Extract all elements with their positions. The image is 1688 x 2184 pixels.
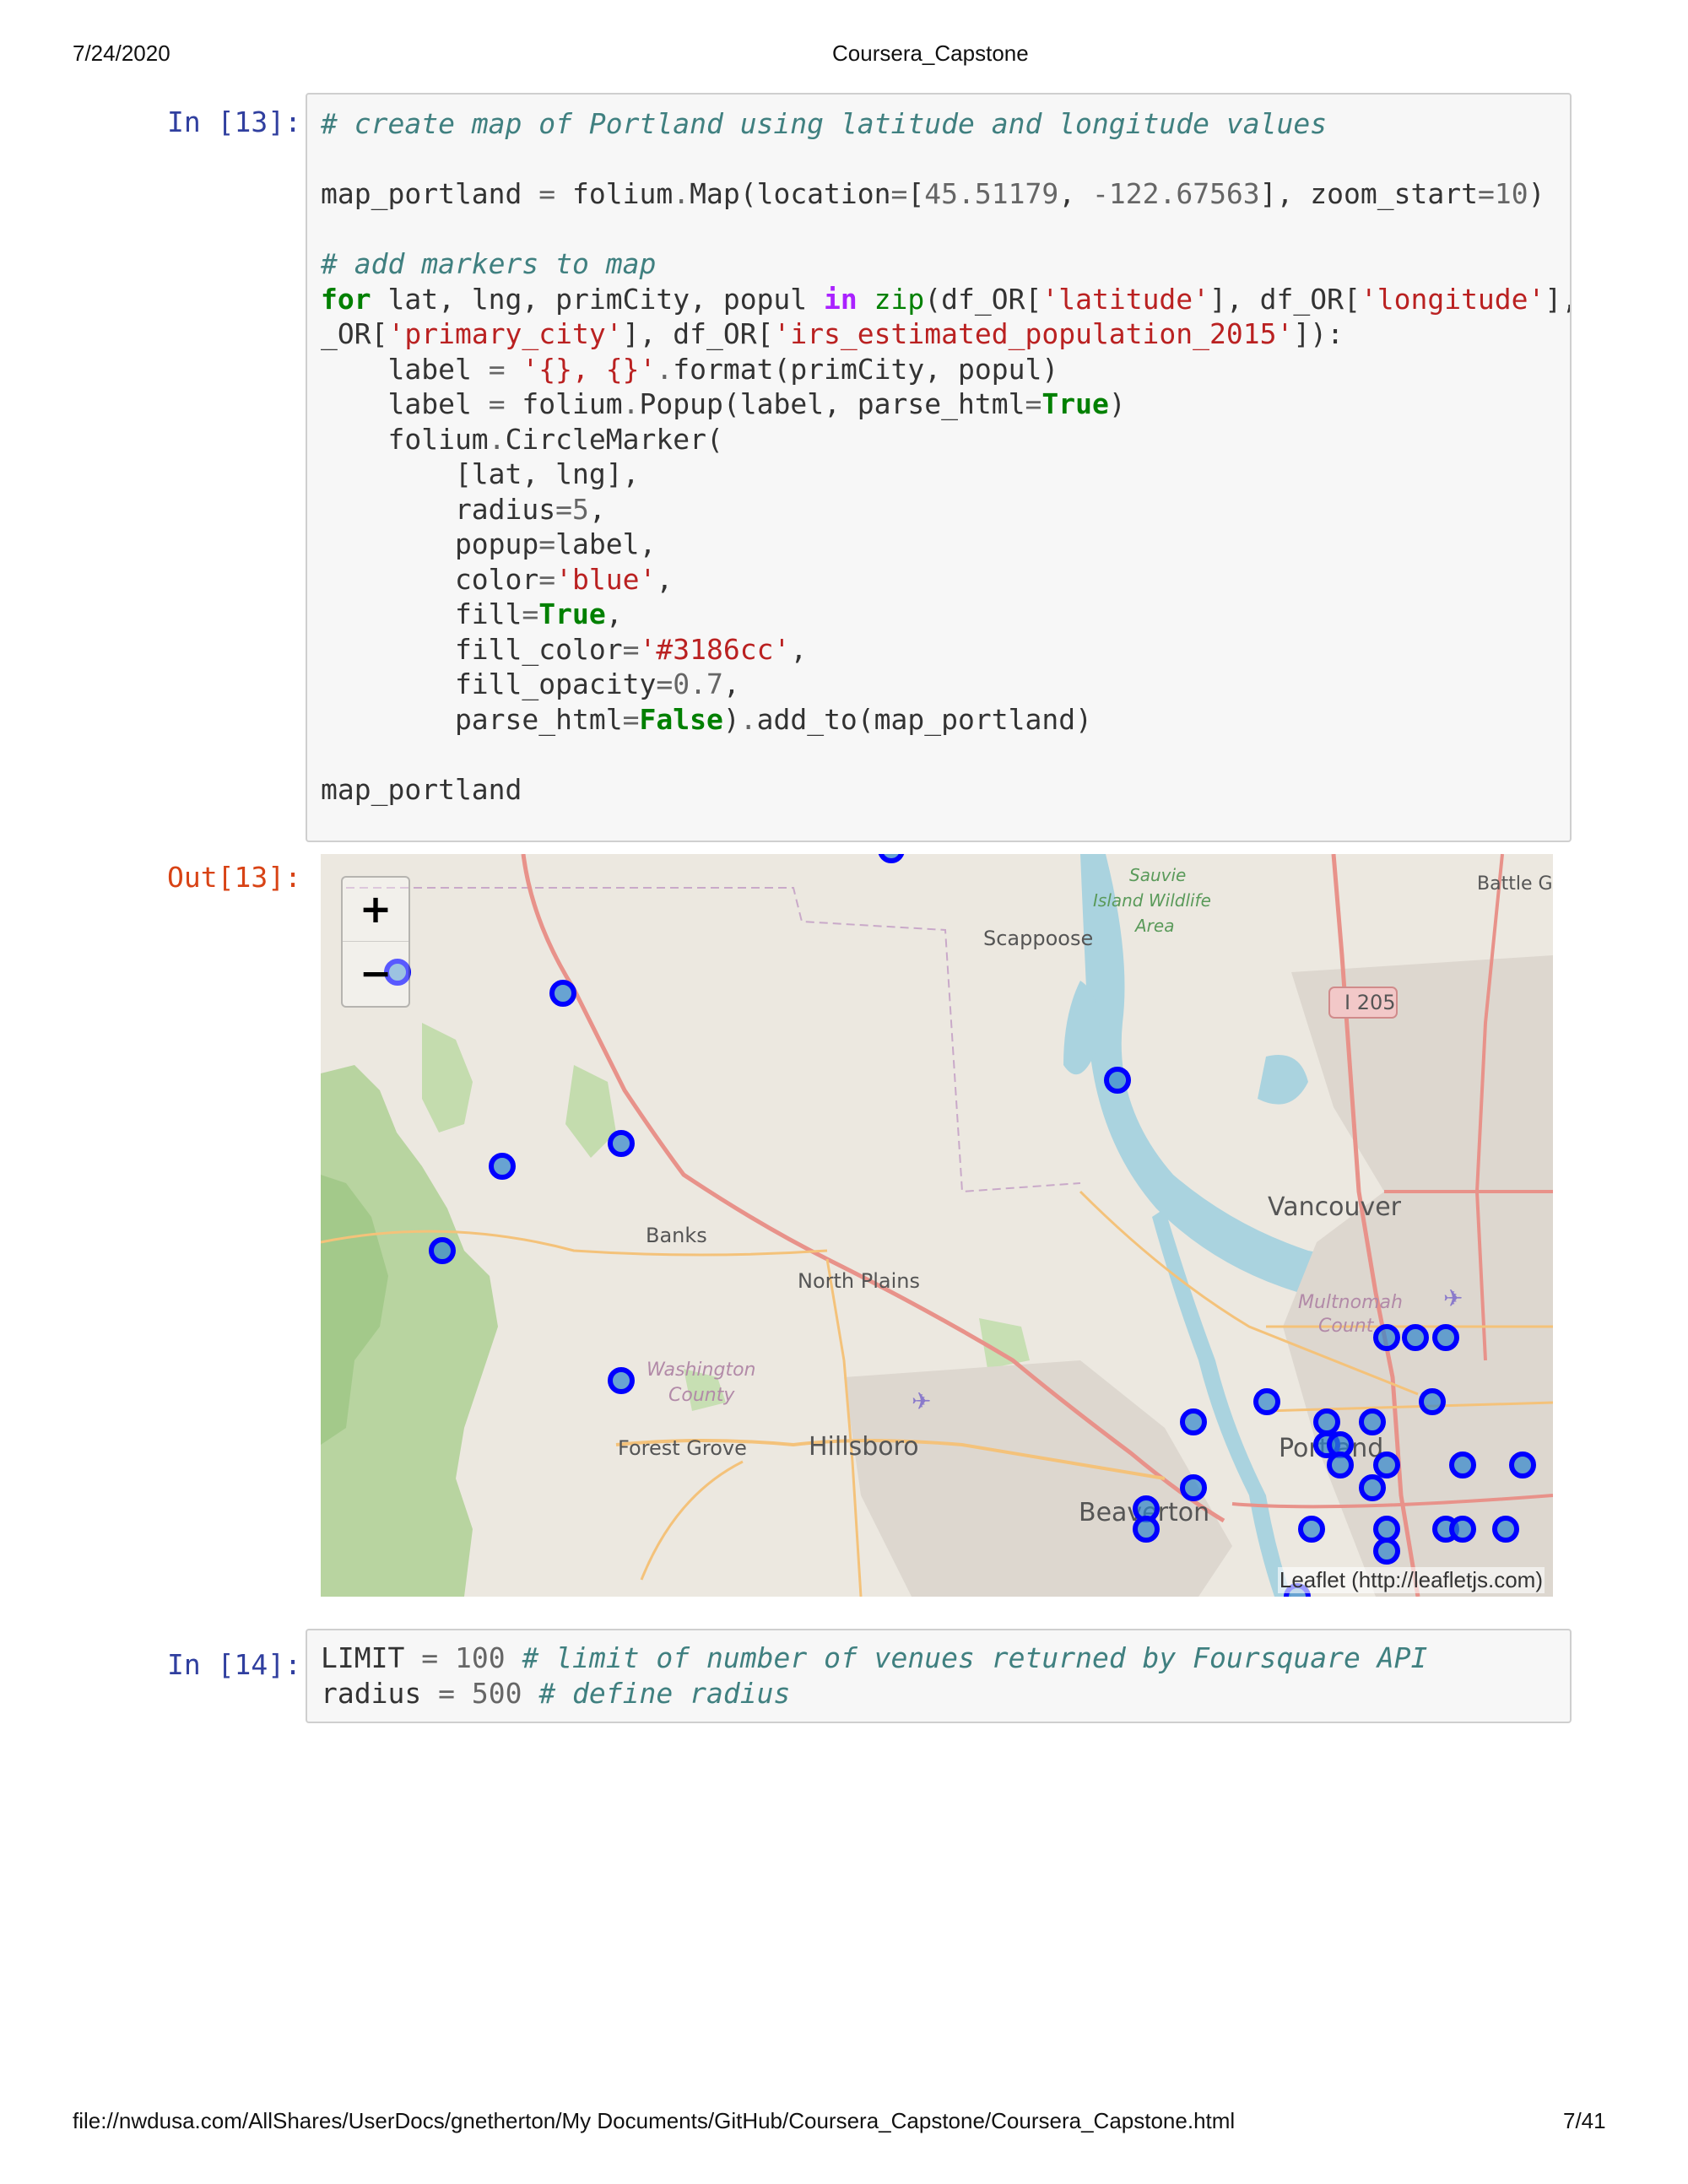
code-editor-14[interactable]: LIMIT = 100 # limit of number of venues … xyxy=(321,1641,1427,1711)
circle-marker[interactable] xyxy=(1492,1516,1519,1543)
code-editor-13[interactable]: # create map of Portland using latitude … xyxy=(321,106,1570,807)
circle-marker[interactable] xyxy=(1509,1451,1536,1479)
circle-marker[interactable] xyxy=(608,1130,635,1157)
circle-marker[interactable] xyxy=(489,1153,516,1180)
map-label-i205: I 205 xyxy=(1344,991,1396,1014)
map-label-vancouver: Vancouver xyxy=(1268,1192,1402,1222)
code-line: label = '{}, {}'.format(primCity, popul) xyxy=(321,352,1059,386)
map-label-sauvie: Sauvie xyxy=(1129,865,1186,885)
circle-marker[interactable] xyxy=(1373,1538,1400,1565)
print-footer-path: file://nwdusa.com/AllShares/UserDocs/gne… xyxy=(73,2108,1236,2133)
print-page-number: 7/41 xyxy=(1563,2108,1606,2133)
circle-marker[interactable] xyxy=(1373,1516,1400,1543)
code-line: [lat, lng], xyxy=(321,457,640,490)
circle-marker[interactable] xyxy=(1180,1474,1207,1501)
circle-marker[interactable] xyxy=(878,854,905,863)
print-title: Coursera_Capstone xyxy=(832,41,1029,66)
code-line: popup=label, xyxy=(321,527,657,560)
map-label-forest-grove: Forest Grove xyxy=(618,1436,747,1460)
map-label-washington: Washington xyxy=(647,1360,756,1381)
zoom-control: + − xyxy=(341,876,410,1008)
code-line: # add markers to map xyxy=(321,247,657,280)
circle-marker[interactable] xyxy=(1180,1408,1207,1435)
circle-marker[interactable] xyxy=(1402,1324,1429,1351)
code-line: fill=True, xyxy=(321,597,623,630)
circle-marker[interactable] xyxy=(1253,1388,1280,1415)
circle-marker[interactable] xyxy=(1373,1451,1400,1479)
circle-marker[interactable] xyxy=(429,1237,456,1264)
map-label-hillsboro: Hillsboro xyxy=(809,1432,919,1462)
input-prompt-13: In [13]: xyxy=(167,105,301,138)
code-cell-14[interactable]: LIMIT = 100 # limit of number of venues … xyxy=(306,1629,1572,1723)
map-label-sauvie: Island Wildlife xyxy=(1093,890,1211,911)
leaflet-attribution-link[interactable]: Leaflet (http://leafletjs.com) xyxy=(1277,1567,1545,1593)
map-label-multnomah: Multnomah xyxy=(1298,1292,1403,1313)
code-line: map_portland = folium.Map(location=[45.5… xyxy=(321,177,1545,210)
code-line: label = folium.Popup(label, parse_html=T… xyxy=(321,387,1126,420)
circle-marker[interactable] xyxy=(1432,1324,1459,1351)
zoom-out-button[interactable]: − xyxy=(343,942,408,1005)
circle-marker[interactable] xyxy=(1298,1516,1325,1543)
code-line: folium.CircleMarker( xyxy=(321,422,723,456)
map-label-washington: County xyxy=(668,1385,735,1406)
circle-marker[interactable] xyxy=(1359,1474,1386,1501)
code-line: LIMIT = 100 # limit of number of venues … xyxy=(321,1641,1428,1674)
code-line: radius = 500 # define radius xyxy=(321,1676,791,1710)
output-prompt-13: Out[13]: xyxy=(167,861,301,894)
circle-marker[interactable] xyxy=(549,980,576,1007)
map-label-north-plains: North Plains xyxy=(798,1269,920,1293)
map-label-scappoose: Scappoose xyxy=(983,927,1093,950)
circle-marker[interactable] xyxy=(1313,1408,1340,1435)
circle-marker[interactable] xyxy=(1373,1324,1400,1351)
code-line: fill_color='#3186cc', xyxy=(321,632,808,666)
circle-marker[interactable] xyxy=(1419,1388,1446,1415)
circle-marker[interactable] xyxy=(1327,1451,1354,1479)
circle-marker[interactable] xyxy=(1359,1408,1386,1435)
code-line: _OR['primary_city'], df_OR['irs_estimate… xyxy=(321,317,1344,350)
map-label-battle-ground: Battle G xyxy=(1477,873,1553,895)
input-prompt-14: In [14]: xyxy=(167,1648,301,1681)
print-date: 7/24/2020 xyxy=(73,41,170,66)
circle-marker[interactable] xyxy=(1449,1451,1476,1479)
code-line: map_portland xyxy=(321,772,522,806)
map-label-banks: Banks xyxy=(646,1224,707,1247)
zoom-in-button[interactable]: + xyxy=(343,878,408,942)
map-tiles: I 205 Scappoose Sauvie Island Wildlife A… xyxy=(321,854,1553,1597)
code-cell-13[interactable]: # create map of Portland using latitude … xyxy=(306,93,1572,842)
circle-marker[interactable] xyxy=(1104,1067,1131,1094)
code-line: # create map of Portland using latitude … xyxy=(321,107,1328,140)
code-line: parse_html=False).add_to(map_portland) xyxy=(321,702,1092,736)
code-line: fill_opacity=0.7, xyxy=(321,668,740,700)
airport-icon: ✈ xyxy=(912,1388,931,1414)
circle-marker[interactable] xyxy=(608,1367,635,1394)
circle-marker[interactable] xyxy=(1133,1516,1160,1543)
map-label-multnomah: Count xyxy=(1318,1316,1375,1337)
circle-marker[interactable] xyxy=(1449,1516,1476,1543)
leaflet-map[interactable]: I 205 Scappoose Sauvie Island Wildlife A… xyxy=(321,854,1553,1597)
map-label-sauvie: Area xyxy=(1133,916,1174,936)
code-line: color='blue', xyxy=(321,562,674,596)
airport-icon: ✈ xyxy=(1443,1285,1463,1311)
code-line: for lat, lng, primCity, popul in zip(df_… xyxy=(321,282,1570,316)
code-line: radius=5, xyxy=(321,492,606,526)
